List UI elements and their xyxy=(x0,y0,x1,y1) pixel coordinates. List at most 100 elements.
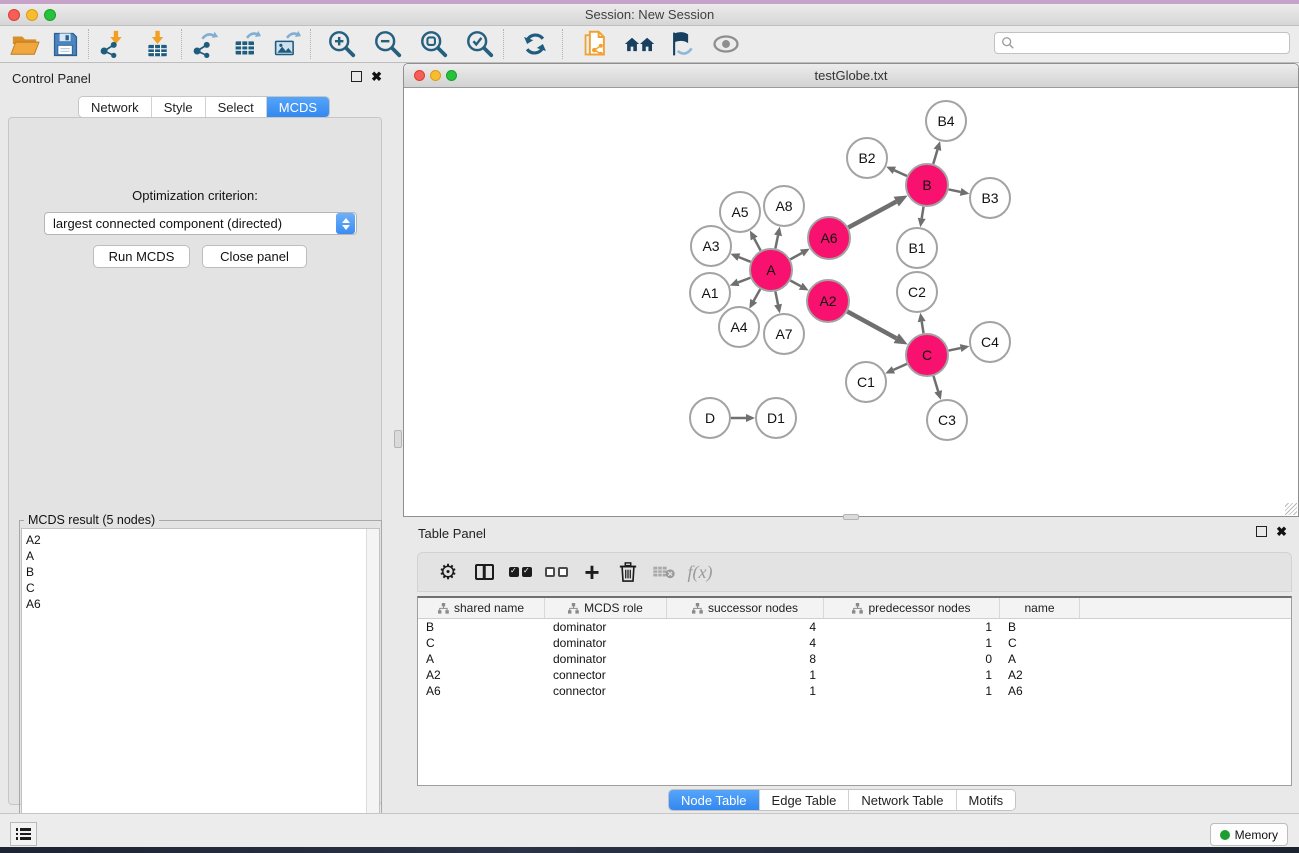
search-field[interactable] xyxy=(994,32,1290,54)
graph-edge[interactable] xyxy=(749,289,760,309)
vertical-splitter-grip[interactable] xyxy=(394,430,402,448)
resize-grip-icon[interactable] xyxy=(1285,503,1297,515)
graph-edge[interactable] xyxy=(949,344,970,352)
graph-edge[interactable] xyxy=(790,281,808,291)
mcds-result-scrollbar[interactable] xyxy=(366,529,379,850)
tab-edge-table[interactable]: Edge Table xyxy=(760,790,850,810)
graph-edge[interactable] xyxy=(731,414,755,422)
table-row[interactable]: Bdominator41B xyxy=(418,619,1291,635)
network-canvas[interactable]: B4 B2 B B3 B1 A5A8A6 A3 A A1 A2 C2 A4A7 C4 C C1 C3 D D1 xyxy=(404,89,1298,516)
graph-edge[interactable] xyxy=(790,249,809,260)
memory-button[interactable]: Memory xyxy=(1210,823,1288,846)
column-header-MCDS-role[interactable]: MCDS role xyxy=(545,598,667,618)
go-home-icon[interactable] xyxy=(623,28,657,60)
graph-node[interactable]: D1 xyxy=(756,398,796,438)
table-row[interactable]: Cdominator41C xyxy=(418,635,1291,651)
select-all-icon[interactable] xyxy=(502,555,538,589)
float-panel-icon[interactable] xyxy=(351,71,362,82)
delete-row-trash-icon[interactable] xyxy=(610,555,646,589)
tab-style[interactable]: Style xyxy=(152,97,206,117)
zoom-out-icon[interactable] xyxy=(371,28,405,60)
import-table-icon[interactable] xyxy=(141,28,175,60)
graph-edge[interactable] xyxy=(933,141,941,164)
graph-node[interactable]: A3 xyxy=(691,226,731,266)
float-table-panel-icon[interactable] xyxy=(1256,526,1267,537)
save-session-icon[interactable] xyxy=(48,28,82,60)
zoom-selected-icon[interactable] xyxy=(463,28,497,60)
tab-node-table[interactable]: Node Table xyxy=(669,790,760,810)
zoom-fit-icon[interactable] xyxy=(417,28,451,60)
import-network-icon[interactable] xyxy=(95,28,129,60)
column-header-predecessor-nodes[interactable]: predecessor nodes xyxy=(824,598,1000,618)
graph-edge[interactable] xyxy=(774,292,782,314)
show-column-icon[interactable] xyxy=(466,555,502,589)
graph-node[interactable]: C2 xyxy=(897,272,937,312)
graph-edge[interactable] xyxy=(886,167,907,176)
close-panel-button[interactable]: Close panel xyxy=(202,245,307,268)
graph-edge[interactable] xyxy=(933,376,942,400)
graph-edge[interactable] xyxy=(949,188,970,196)
graph-node[interactable]: A4 xyxy=(719,307,759,347)
tab-network-table[interactable]: Network Table xyxy=(849,790,956,810)
graph-node[interactable]: B2 xyxy=(847,138,887,178)
eye-icon[interactable] xyxy=(709,28,743,60)
export-image-icon[interactable] xyxy=(270,28,304,60)
graph-edge[interactable] xyxy=(750,231,761,251)
list-item[interactable]: A xyxy=(26,548,363,564)
graph-node[interactable]: C3 xyxy=(927,400,967,440)
export-network-icon[interactable] xyxy=(188,28,222,60)
table-options-gear-icon[interactable]: ⚙ xyxy=(430,555,466,589)
table-row[interactable]: Adominator80A xyxy=(418,651,1291,667)
zoom-in-icon[interactable] xyxy=(325,28,359,60)
graph-node[interactable]: B1 xyxy=(897,228,937,268)
tab-select[interactable]: Select xyxy=(206,97,267,117)
task-history-button[interactable] xyxy=(10,822,37,846)
graph-node[interactable]: C1 xyxy=(846,362,886,402)
graph-node[interactable]: A8 xyxy=(764,186,804,226)
search-input[interactable] xyxy=(1019,36,1283,50)
graph-node[interactable]: B3 xyxy=(970,178,1010,218)
graph-edge[interactable] xyxy=(848,195,907,227)
close-table-panel-icon[interactable]: ✖ xyxy=(1276,526,1287,537)
graph-node[interactable]: D xyxy=(690,398,730,438)
hide-graphics-details-icon[interactable] xyxy=(665,28,699,60)
list-item[interactable]: B xyxy=(26,564,363,580)
graph-node[interactable]: B4 xyxy=(926,101,966,141)
graph-node[interactable]: A xyxy=(750,249,792,291)
export-table-icon[interactable] xyxy=(230,28,264,60)
graph-node[interactable]: A7 xyxy=(764,314,804,354)
column-header-name[interactable]: name xyxy=(1000,598,1080,618)
tab-mcds[interactable]: MCDS xyxy=(267,97,329,117)
refresh-icon[interactable] xyxy=(518,28,552,60)
graph-edge[interactable] xyxy=(885,364,907,374)
graph-edge[interactable] xyxy=(730,253,750,261)
mcds-result-list[interactable]: A2ABCA6 xyxy=(21,528,380,851)
graph-node[interactable]: C xyxy=(906,334,948,376)
column-header-shared-name[interactable]: shared name xyxy=(418,598,545,618)
tab-network[interactable]: Network xyxy=(79,97,152,117)
graph-node[interactable]: C4 xyxy=(970,322,1010,362)
graph-node[interactable]: A6 xyxy=(808,217,850,259)
add-row-icon[interactable]: + xyxy=(574,555,610,589)
list-item[interactable]: A2 xyxy=(26,532,363,548)
list-item[interactable]: C xyxy=(26,580,363,596)
table-row[interactable]: A2connector11A2 xyxy=(418,667,1291,683)
graph-edge[interactable] xyxy=(774,227,782,249)
open-folder-icon[interactable] xyxy=(8,28,42,60)
run-mcds-button[interactable]: Run MCDS xyxy=(93,245,190,268)
share-document-icon[interactable] xyxy=(579,28,613,60)
close-panel-icon[interactable]: ✖ xyxy=(371,71,382,82)
column-header-successor-nodes[interactable]: successor nodes xyxy=(667,598,824,618)
criterion-dropdown[interactable]: largest connected component (directed) xyxy=(44,212,357,235)
graph-node[interactable]: A2 xyxy=(807,280,849,322)
graph-node[interactable]: A1 xyxy=(690,273,730,313)
tab-motifs[interactable]: Motifs xyxy=(957,790,1016,810)
graph-node[interactable]: A5 xyxy=(720,192,760,232)
table-row[interactable]: A6connector11A6 xyxy=(418,683,1291,699)
graph-edge[interactable] xyxy=(847,312,907,345)
deselect-all-icon[interactable] xyxy=(538,555,574,589)
graph-node[interactable]: B xyxy=(906,164,948,206)
list-item[interactable]: A6 xyxy=(26,596,363,612)
graph-edge[interactable] xyxy=(918,313,926,334)
graph-edge[interactable] xyxy=(918,207,926,228)
